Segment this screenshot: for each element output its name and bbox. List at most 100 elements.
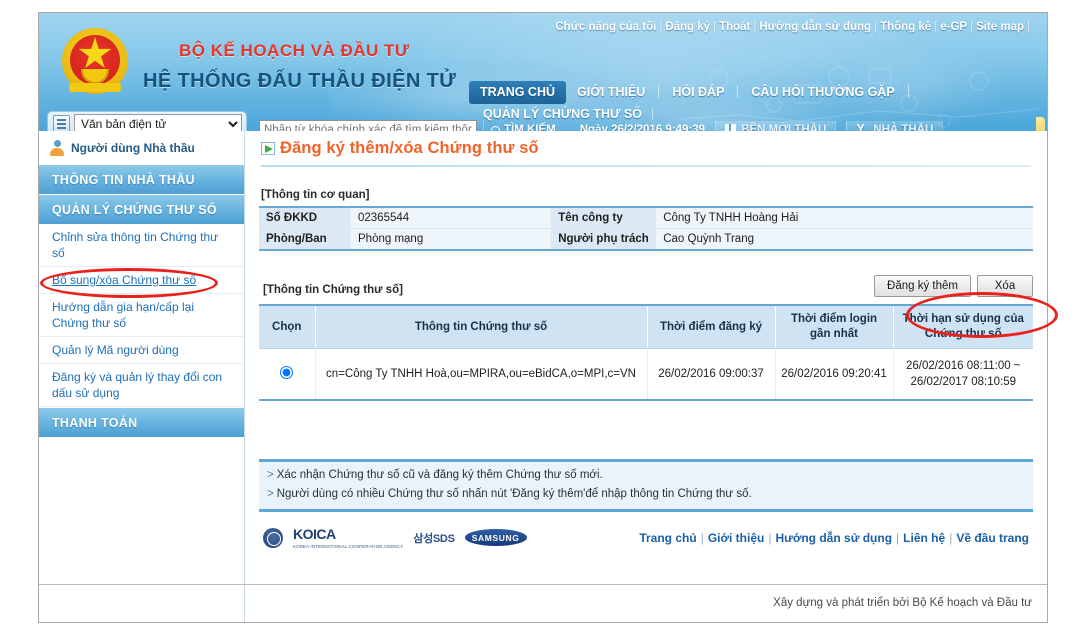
role-button-bidder[interactable]: NHÀ THẦU — [846, 121, 944, 131]
brand-ministry-name: BỘ KẾ HOẠCH VÀ ĐẦU TƯ — [179, 41, 410, 60]
footer-link-contact[interactable]: Liên hệ — [903, 531, 945, 545]
book-icon — [725, 124, 737, 131]
sidebar-item-edit-cert-info[interactable]: Chỉnh sửa thông tin Chứng thư số — [39, 224, 244, 267]
certificate-table: Chọn Thông tin Chứng thư số Thời điểm đă… — [259, 304, 1033, 401]
sidebar-category-cert-management[interactable]: QUẢN LÝ CHỨNG THƯ SỐ — [39, 194, 244, 224]
title-divider — [261, 165, 1031, 167]
sidebar-item-renew-cert-guide[interactable]: Hướng dẫn gia hạn/cấp lại Chứng thư số — [39, 294, 244, 337]
body-area: Người dùng Nhà thầu THÔNG TIN NHÀ THẦU Q… — [39, 131, 1047, 622]
note-line: > Người dùng có nhiều Chứng thư số nhấn n… — [267, 488, 752, 500]
document-icon — [53, 115, 70, 131]
footer-link-user-guide[interactable]: Hướng dẫn sử dụng — [775, 531, 892, 545]
samsung-logo: SAMSUNG — [464, 529, 527, 546]
koica-logo-text: KOICA — [293, 526, 336, 542]
koica-logo: KOICA KOREA INTERNATIONAL COOPERATION AG… — [293, 526, 403, 549]
org-value-department: Phòng mạng — [351, 228, 552, 250]
samsung-sds-logo: 삼성SDS — [413, 532, 455, 545]
utility-link-my-functions[interactable]: Chức năng của tôi — [555, 21, 656, 33]
cert-section-label: [Thông tin Chứng thư số] — [263, 284, 403, 296]
nav-item-faq[interactable]: CÂU HỎI THƯỜNG GẶP — [740, 81, 905, 104]
utility-link-register[interactable]: Đăng ký — [665, 21, 710, 33]
org-label-department: Phòng/Ban — [259, 228, 351, 250]
search-input[interactable] — [259, 120, 477, 131]
col-header-cert-info: Thông tin Chứng thư số — [314, 305, 647, 349]
footer-divider — [39, 584, 1047, 585]
sidebar-category-payment[interactable]: THANH TOÁN — [39, 407, 244, 437]
brand-system-name: HỆ THỐNG ĐẤU THẦU ĐIỆN TỬ — [143, 70, 457, 92]
document-type-selector[interactable]: Văn bản điện tử — [47, 111, 247, 131]
site-header: 01 01 0 BỘ KẾ HOẠCH VÀ ĐẦU TƯ HỆ THỐNG Đ… — [39, 13, 1047, 131]
search-button[interactable]: TÌM KIẾM — [483, 121, 566, 131]
utility-link-statistics[interactable]: Thống kê — [880, 21, 931, 33]
main-content: Đăng ký thêm/xóa Chứng thư số [Thông tin… — [245, 131, 1047, 622]
org-section-label: [Thông tin cơ quan] — [261, 189, 370, 201]
screenshot-root: 01 01 0 BỘ KẾ HOẠCH VÀ ĐẦU TƯ HỆ THỐNG Đ… — [0, 0, 1084, 641]
sidebar-user-row: Người dùng Nhà thầu — [39, 131, 244, 164]
copyright-text: Xây dựng và phát triển bởi Bộ Kế hoạch v… — [773, 597, 1032, 609]
footer: KOICA KOREA INTERNATIONAL COOPERATION AG… — [259, 526, 1033, 549]
table-row: Phòng/Ban Phòng mạng Người phụ trách Cao… — [259, 228, 1033, 250]
org-value-responsible-person: Cao Quỳnh Trang — [656, 228, 1033, 250]
green-arrow-icon — [261, 142, 275, 155]
current-date-label: Ngày 26/2/2016 9:49:39 — [579, 124, 706, 131]
header-tab-end-marker — [1036, 117, 1045, 131]
cell-validity: 26/02/2016 08:11:00 ~ 26/02/2017 08:10:5… — [892, 348, 1033, 400]
utility-link-sitemap[interactable]: Site map — [976, 21, 1024, 33]
utility-link-egp[interactable]: e-GP — [940, 21, 967, 33]
utility-link-logout[interactable]: Thoát — [719, 21, 750, 33]
page-title: Đăng ký thêm/xóa Chứng thư số — [280, 139, 539, 157]
sidebar: Người dùng Nhà thầu THÔNG TIN NHÀ THẦU Q… — [39, 131, 245, 622]
sidebar-item-manage-user-id[interactable]: Quản lý Mã người dùng — [39, 337, 244, 364]
table-row: cn=Công Ty TNHH Hoà,ou=MPIRA,ou=eBidCA,o… — [259, 348, 1033, 400]
sidebar-item-seal-registration[interactable]: Đăng ký và quản lý thay đổi con dấu sử d… — [39, 364, 244, 407]
footer-links: Trang chủ | Giới thiệu | Hướng dẫn sử dụng | L… — [639, 530, 1029, 545]
role-button-bidder-label: NHÀ THẦU — [873, 124, 934, 131]
koica-logo-subtext: KOREA INTERNATIONAL COOPERATION AGENCY — [293, 544, 404, 549]
cell-select[interactable] — [259, 348, 315, 400]
validity-to: 26/02/2017 08:10:59 — [910, 376, 1017, 388]
sidebar-category-bidder-info[interactable]: THÔNG TIN NHÀ THẦU — [39, 164, 244, 194]
user-avatar-icon — [49, 140, 65, 156]
footer-link-home[interactable]: Trang chủ — [639, 531, 696, 545]
cell-cert-dn: cn=Công Ty TNHH Hoà,ou=MPIRA,ou=eBidCA,o… — [314, 348, 647, 400]
main-navigation: TRANG CHỦ GIỚI THIỆU HỎI ĐÁP CÂU HỎI THƯỜNG… — [469, 81, 911, 104]
page-title-row: Đăng ký thêm/xóa Chứng thư số — [259, 131, 1033, 163]
vietnam-national-emblem-icon — [59, 25, 131, 97]
notes-panel: > Xác nhận Chứng thư số cũ và đăng ký thê… — [259, 459, 1033, 512]
register-more-button[interactable]: Đăng ký thêm — [874, 275, 971, 297]
col-header-validity: Thời hạn sử dụng của Chứng thư số — [892, 305, 1033, 349]
search-strip: TÌM KIẾM Ngày 26/2/2016 9:49:39 BÊN MỜI … — [259, 117, 1047, 131]
koica-emblem-icon — [263, 527, 283, 548]
org-info-table: Số ĐKKD 02365544 Tên công ty Công Ty TNH… — [259, 206, 1033, 251]
table-row: Số ĐKKD 02365544 Tên công ty Công Ty TNH… — [259, 207, 1033, 229]
delete-button[interactable]: Xóa — [977, 275, 1033, 297]
cell-registered-at: 26/02/2016 09:00:37 — [646, 348, 775, 400]
role-button-procuring-entity[interactable]: BÊN MỜI THẦU — [715, 121, 837, 131]
table-header-row: Chọn Thông tin Chứng thư số Thời điểm đă… — [259, 305, 1033, 349]
nav-item-qa[interactable]: HỎI ĐÁP — [661, 81, 735, 104]
note-text-2: Người dùng có nhiều Chứng thư số nhấn nú… — [276, 488, 752, 500]
cell-last-login: 26/02/2016 09:20:41 — [774, 348, 893, 400]
org-label-company-name: Tên công ty — [551, 207, 657, 229]
sidebar-item-add-remove-cert[interactable]: Bổ sung/xóa Chứng thư số — [39, 267, 244, 294]
org-value-company-name: Công Ty TNHH Hoàng Hải — [656, 207, 1033, 229]
utility-links: Chức năng của tôi | Đăng ký | Thoát | Hướng dẫ… — [555, 21, 1030, 33]
col-header-last-login: Thời điểm login gần nhất — [774, 305, 893, 349]
document-type-select[interactable]: Văn bản điện tử — [74, 114, 242, 131]
org-label-responsible-person: Người phụ trách — [551, 228, 657, 250]
nav-item-home[interactable]: TRANG CHỦ — [469, 81, 566, 104]
note-text-1: Xác nhận Chứng thư số cũ và đăng ký thêm… — [276, 469, 603, 481]
sidebar-user-label: Người dùng Nhà thầu — [71, 141, 195, 155]
role-button-procuring-entity-label: BÊN MỜI THẦU — [741, 124, 827, 131]
validity-from: 26/02/2016 08:11:00 ~ — [905, 360, 1021, 372]
footer-link-top[interactable]: Về đầu trang — [956, 531, 1029, 545]
col-header-select: Chọn — [259, 305, 315, 349]
page-frame: 01 01 0 BỘ KẾ HOẠCH VÀ ĐẦU TƯ HỆ THỐNG Đ… — [38, 12, 1048, 623]
footer-link-about[interactable]: Giới thiệu — [708, 531, 765, 545]
nav-item-about[interactable]: GIỚI THIỆU — [566, 81, 656, 104]
cert-select-radio[interactable] — [280, 366, 294, 379]
search-button-label: TÌM KIẾM — [504, 124, 556, 131]
utility-link-user-guide[interactable]: Hướng dẫn sử dụng — [759, 21, 871, 33]
footer-logos: KOICA KOREA INTERNATIONAL COOPERATION AG… — [263, 526, 527, 549]
col-header-registered-at: Thời điểm đăng ký — [646, 305, 775, 349]
